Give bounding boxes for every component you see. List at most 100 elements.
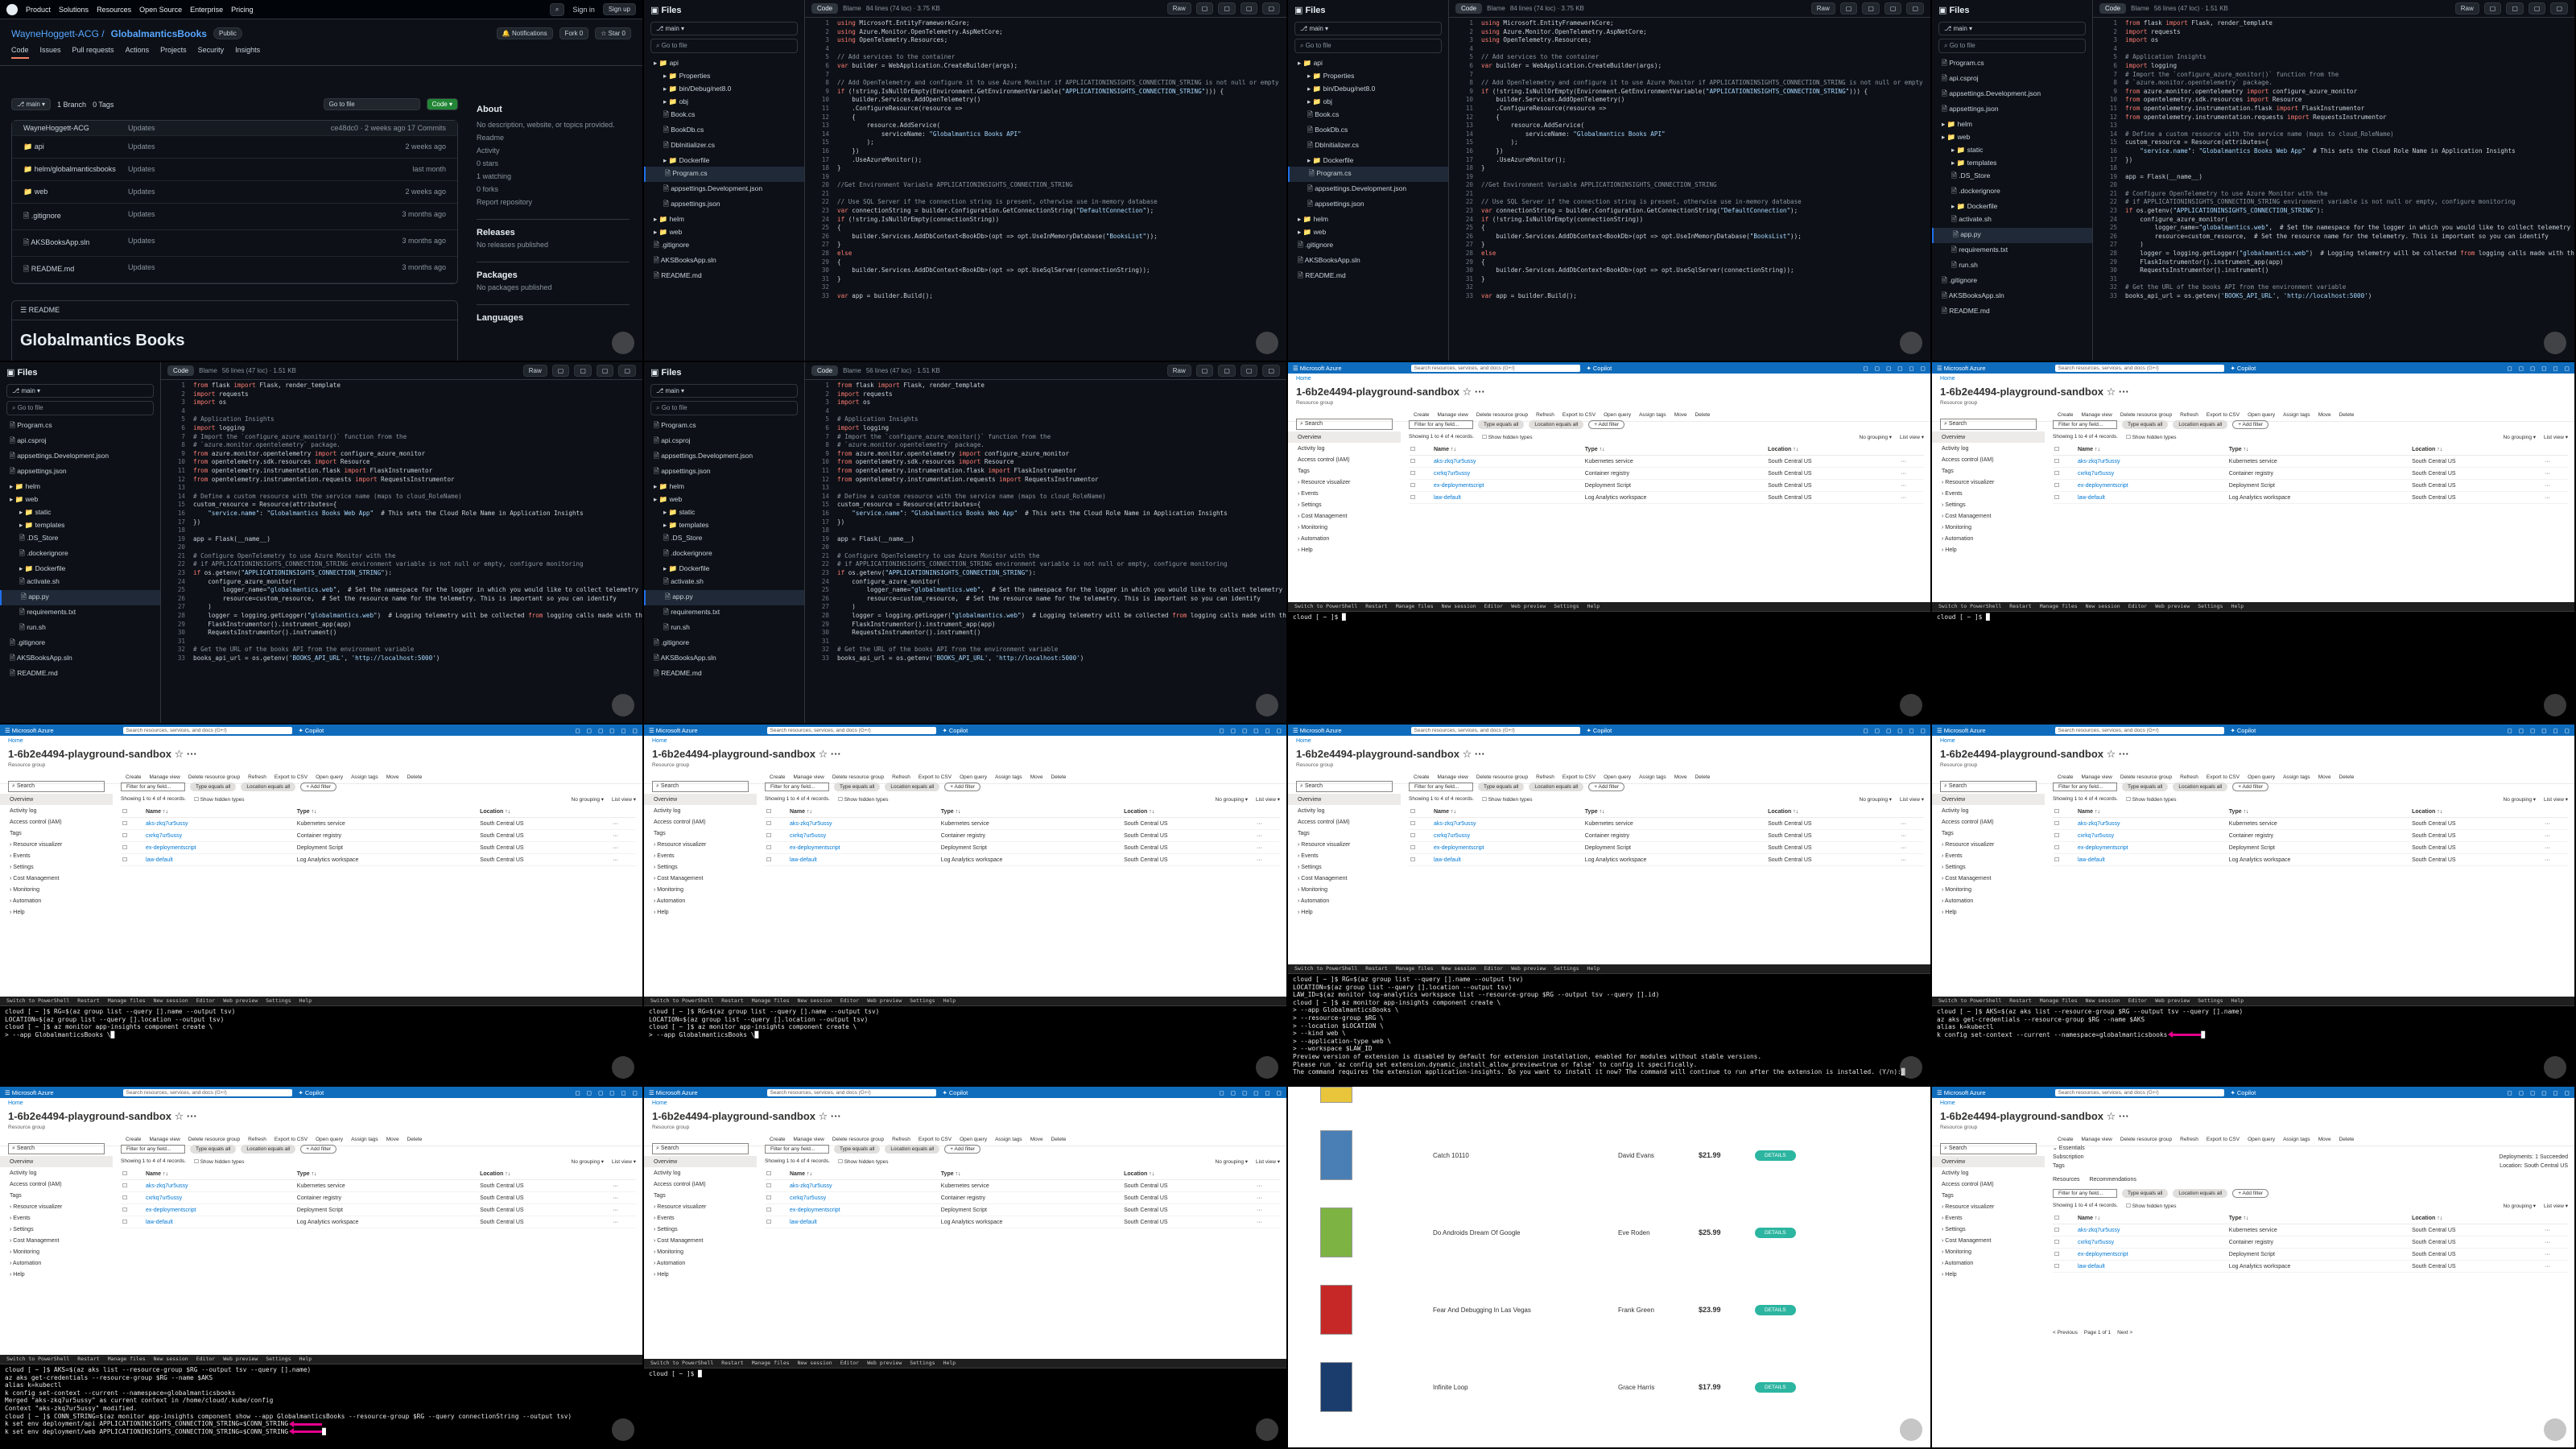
shell-editor[interactable]: Editor: [840, 997, 859, 1005]
menu-search-input[interactable]: ⌕ Search: [652, 781, 749, 792]
location-filter-pill[interactable]: Location equals all: [2173, 1189, 2228, 1198]
row-checkbox[interactable]: ☐: [765, 817, 788, 830]
menu-events[interactable]: › Events: [1932, 1212, 2045, 1224]
add-filter-button[interactable]: + Add filter: [2232, 1189, 2269, 1198]
book-row[interactable]: Catch 10110 David Evans $21.99 DETAILS: [1320, 1119, 1868, 1191]
table-row[interactable]: ☐ ex-deploymentscript Deployment Script Sou…: [1409, 841, 1924, 854]
copy-icon[interactable]: ▢: [1839, 2, 1858, 14]
resource-name[interactable]: aks-zkq7ur5ussy: [1431, 455, 1583, 468]
shell-settings[interactable]: Settings: [910, 1360, 935, 1368]
type-filter-pill[interactable]: Type equals all: [1478, 420, 1525, 429]
tree-item[interactable]: 🗎 .DS_Store: [0, 531, 160, 547]
menu-activity-log[interactable]: Activity log: [0, 805, 113, 816]
shell-editor[interactable]: Editor: [1484, 603, 1503, 611]
cmd-create[interactable]: Create: [770, 774, 786, 780]
cmd-export-to-csv[interactable]: Export to CSV: [2207, 1137, 2240, 1142]
cmd-create[interactable]: Create: [1414, 412, 1430, 418]
cmd-manage-view[interactable]: Manage view: [2082, 412, 2112, 418]
grouping-select[interactable]: No grouping ▾: [2504, 796, 2536, 803]
tree-item[interactable]: 🗎 .gitignore: [1932, 274, 2092, 289]
resource-name[interactable]: ex-deploymentscript: [143, 841, 295, 854]
select-all-checkbox[interactable]: ☐: [2053, 806, 2076, 818]
tree-item[interactable]: ▸ 📁 static: [1932, 143, 2092, 156]
resource-link[interactable]: cxrkq7ur5ussy: [2078, 833, 2114, 839]
menu-tags[interactable]: Tags: [0, 1190, 113, 1201]
menu-events[interactable]: › Events: [0, 850, 113, 861]
tree-item[interactable]: 🗎 Program.cs: [644, 167, 804, 182]
settings-icon[interactable]: ◻: [2530, 365, 2535, 372]
row-checkbox[interactable]: ☐: [2053, 1224, 2076, 1236]
shell-manage-files[interactable]: Manage files: [752, 997, 790, 1005]
menu-access-control-iam-[interactable]: Access control (IAM): [644, 1179, 757, 1190]
shell-manage-files[interactable]: Manage files: [2040, 997, 2078, 1005]
row-checkbox[interactable]: ☐: [2053, 1236, 2076, 1249]
resource-link[interactable]: cxrkq7ur5ussy: [790, 1195, 826, 1201]
resource-link[interactable]: law-default: [1434, 495, 1461, 501]
notifications-icon[interactable]: ◻: [1875, 365, 1880, 372]
table-row[interactable]: ☐ aks-zkq7ur5ussy Kubernetes service South …: [1409, 817, 1924, 830]
menu-monitoring[interactable]: › Monitoring: [1288, 884, 1401, 895]
table-row[interactable]: ☐ law-default Log Analytics workspace South…: [2053, 1260, 2568, 1273]
tree-item[interactable]: 🗎 DbInitializer.cs: [644, 138, 804, 154]
tree-item[interactable]: 🗎 appsettings.Development.json: [1288, 182, 1448, 197]
shell-manage-files[interactable]: Manage files: [108, 1356, 146, 1364]
resource-link[interactable]: aks-zkq7ur5ussy: [1434, 459, 1476, 464]
shell-web-preview[interactable]: Web preview: [223, 997, 258, 1005]
resource-link[interactable]: law-default: [1434, 857, 1461, 863]
grouping-select[interactable]: No grouping ▾: [1216, 796, 1248, 803]
tree-item[interactable]: 🗎 appsettings.Development.json: [0, 449, 160, 464]
table-row[interactable]: 🗎 README.md Updates 3 months ago: [12, 257, 457, 283]
branch-select[interactable]: ⎇ main ▾: [650, 22, 798, 35]
file-name[interactable]: 📁 helm/globalmanticsbooks: [23, 165, 128, 174]
menu-access-control-iam-[interactable]: Access control (IAM): [1932, 454, 2045, 465]
menu-monitoring[interactable]: › Monitoring: [1932, 522, 2045, 533]
cmd-assign-tags[interactable]: Assign tags: [351, 774, 378, 780]
commit-message[interactable]: Updates: [128, 124, 331, 132]
shell-new-session[interactable]: New session: [1442, 603, 1476, 611]
add-filter-button[interactable]: + Add filter: [1588, 782, 1625, 791]
grouping-select[interactable]: No grouping ▾: [572, 796, 604, 803]
col-name[interactable]: Name ↑↓: [787, 1168, 939, 1180]
show-hidden-checkbox[interactable]: ☐ Show hidden types: [2126, 796, 2177, 803]
filter-input[interactable]: Filter for any field...: [121, 782, 185, 791]
resource-name[interactable]: cxrkq7ur5ussy: [1431, 467, 1583, 480]
resource-link[interactable]: law-default: [146, 857, 173, 863]
breadcrumb-home[interactable]: Home: [0, 736, 642, 746]
tree-item[interactable]: 🗎 activate.sh: [1932, 213, 2092, 228]
menu-overview[interactable]: Overview: [1288, 431, 1401, 443]
shell-switch-to-powershell[interactable]: Switch to PowerShell: [1938, 997, 2001, 1005]
tree-item[interactable]: 🗎 run.sh: [0, 621, 160, 636]
shell-new-session[interactable]: New session: [2086, 603, 2120, 611]
resource-name[interactable]: cxrkq7ur5ussy: [787, 829, 939, 842]
tree-item[interactable]: ▸ 📁 helm: [0, 480, 160, 493]
copilot-button[interactable]: ✦ Copilot: [2231, 365, 2256, 372]
nav-solutions[interactable]: Solutions: [59, 6, 89, 14]
col-name[interactable]: Name ↑↓: [2075, 444, 2227, 456]
cmd-move[interactable]: Move: [2318, 774, 2331, 780]
row-checkbox[interactable]: ☐: [1409, 817, 1432, 830]
cmd-delete[interactable]: Delete: [407, 1137, 423, 1142]
row-more-button[interactable]: ···: [1254, 853, 1280, 866]
shell-restart[interactable]: Restart: [721, 1360, 743, 1368]
shell-restart[interactable]: Restart: [2009, 603, 2031, 611]
raw-button[interactable]: Raw: [1810, 2, 1835, 14]
row-more-button[interactable]: ···: [1254, 1179, 1280, 1192]
tree-item[interactable]: 🗎 app.py: [644, 590, 804, 605]
tree-item[interactable]: ▸ 📁 helm: [644, 480, 804, 493]
shell-cursor[interactable]: █: [110, 1031, 114, 1038]
tree-item[interactable]: 🗎 .gitignore: [644, 238, 804, 254]
col-name[interactable]: Name ↑↓: [787, 806, 939, 818]
tree-item[interactable]: 🗎 activate.sh: [644, 575, 804, 590]
menu-events[interactable]: › Events: [644, 1212, 757, 1224]
tree-item[interactable]: ▸ 📁 Properties: [644, 69, 804, 82]
table-row[interactable]: ☐ aks-zkq7ur5ussy Kubernetes service South …: [121, 817, 636, 830]
tree-item[interactable]: 🗎 appsettings.json: [644, 197, 804, 213]
menu-help[interactable]: › Help: [1932, 906, 2045, 918]
menu-search-input[interactable]: ⌕ Search: [8, 781, 105, 792]
shell-settings[interactable]: Settings: [2198, 603, 2223, 611]
file-commit-msg[interactable]: Updates: [128, 188, 405, 196]
feedback-icon[interactable]: ◻: [2553, 727, 2558, 734]
global-search-input[interactable]: Search resources, services, and docs (G+…: [766, 1088, 936, 1096]
more-icon[interactable]: ▢: [1262, 2, 1280, 14]
cmd-delete[interactable]: Delete: [1695, 412, 1711, 418]
